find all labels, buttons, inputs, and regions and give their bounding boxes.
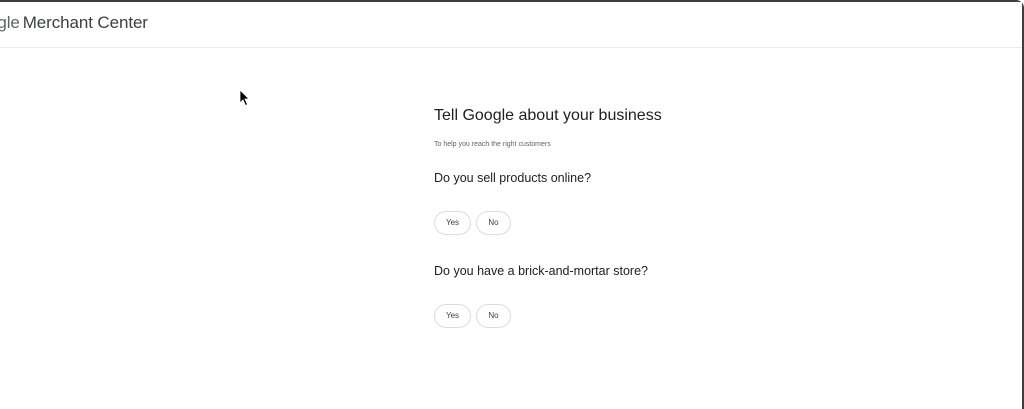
page-subtitle: To help you reach the right customers xyxy=(434,141,551,148)
answer-group-sell-online: Yes No xyxy=(434,211,854,235)
google-logo-text: ogle xyxy=(0,13,20,32)
question-sell-online: Do you sell products online? Yes No xyxy=(434,169,854,235)
physical-store-no-button[interactable]: No xyxy=(476,304,511,328)
sell-online-yes-button[interactable]: Yes xyxy=(434,211,471,235)
product-name: Merchant Center xyxy=(22,13,148,32)
answer-group-physical-store: Yes No xyxy=(434,304,854,328)
mouse-pointer-icon xyxy=(239,89,250,107)
sell-online-no-button[interactable]: No xyxy=(476,211,511,235)
physical-store-yes-button[interactable]: Yes xyxy=(434,304,471,328)
merchant-center-logo[interactable]: ogleMerchant Center xyxy=(0,13,148,33)
question-label-physical-store: Do you have a brick-and-mortar store? xyxy=(434,264,648,278)
question-physical-store: Do you have a brick-and-mortar store? Ye… xyxy=(434,262,854,328)
business-questions-panel: Tell Google about your business To help … xyxy=(434,105,854,328)
question-label-sell-online: Do you sell products online? xyxy=(434,171,592,185)
app-header: ogleMerchant Center xyxy=(0,2,1022,48)
page-title: Tell Google about your business xyxy=(434,107,662,124)
